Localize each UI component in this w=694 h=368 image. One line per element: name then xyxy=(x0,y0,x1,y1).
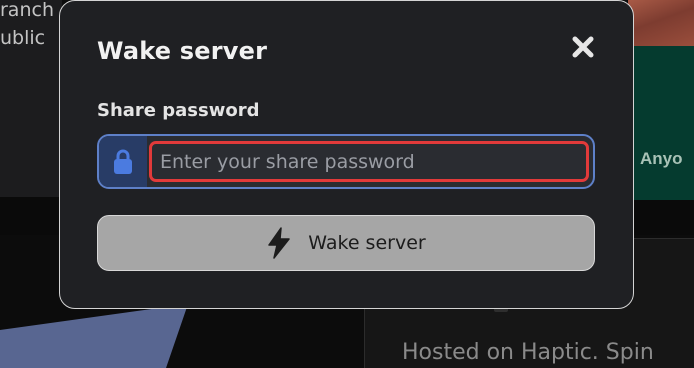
password-label: Share password xyxy=(97,100,260,121)
lightning-bolt-icon xyxy=(268,227,291,259)
background-card xyxy=(628,46,694,200)
password-input-group xyxy=(97,134,595,189)
background-card-text: Hosted on Haptic. Spin xyxy=(402,340,654,365)
close-button[interactable] xyxy=(568,32,598,62)
background-card-label: Anyo xyxy=(640,149,683,168)
background-text-line: ublic xyxy=(0,27,46,49)
wake-server-button-label: Wake server xyxy=(308,232,426,254)
password-input[interactable] xyxy=(149,141,589,182)
wake-server-dialog: Wake server Share password Wake server xyxy=(59,0,634,309)
wake-server-button[interactable]: Wake server xyxy=(97,215,595,271)
background-image xyxy=(628,0,694,46)
close-icon xyxy=(572,36,594,58)
dialog-title: Wake server xyxy=(97,37,268,65)
background-panel: ranch ublic xyxy=(0,0,62,197)
background-text-line: ranch xyxy=(0,0,54,21)
lock-icon-zone xyxy=(99,136,147,187)
lock-icon xyxy=(114,149,132,174)
